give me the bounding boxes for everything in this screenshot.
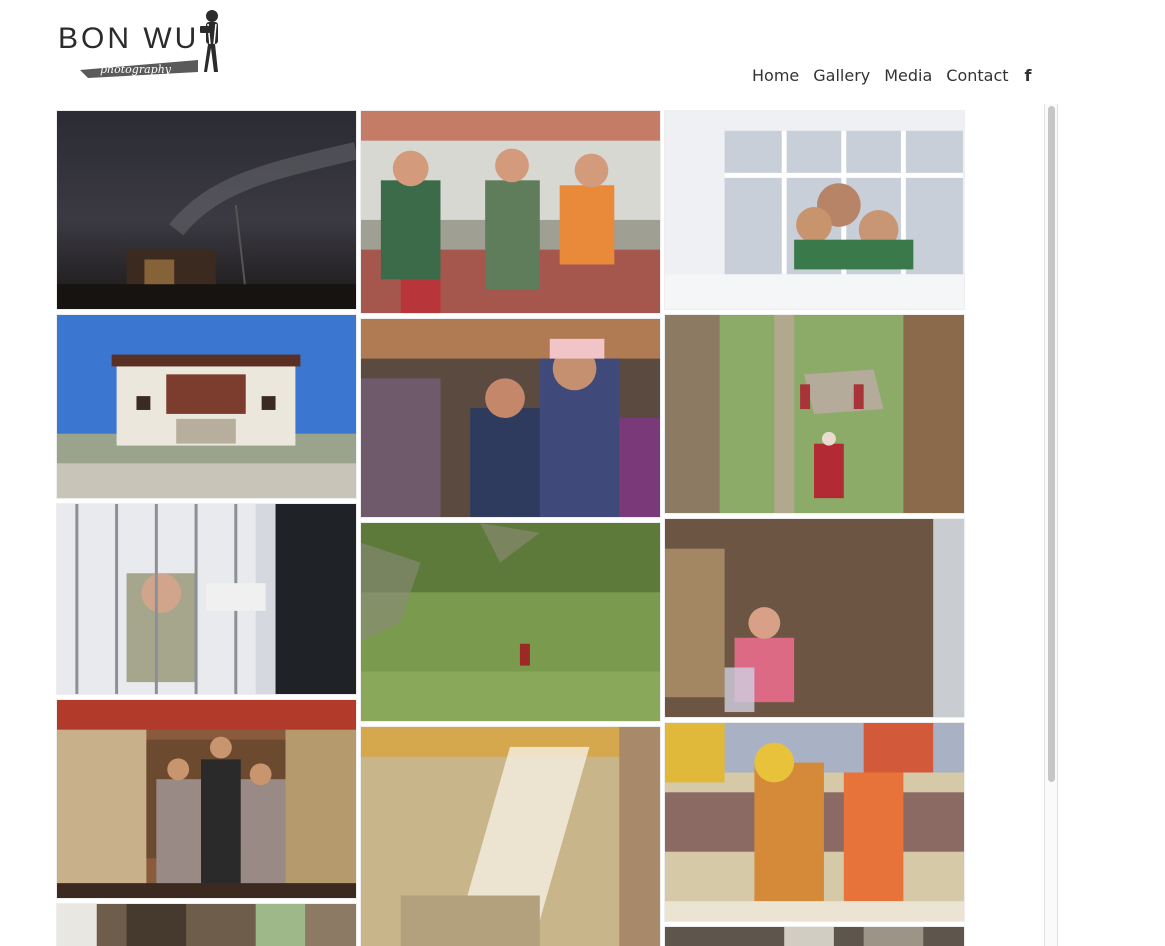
family-in-window-photo <box>665 111 964 309</box>
gallery-photo[interactable] <box>664 314 965 514</box>
brand-name: BON WU <box>58 22 199 55</box>
gallery-photo[interactable] <box>360 318 661 518</box>
nav-media[interactable]: Media <box>884 64 932 88</box>
monastery-photo <box>57 315 356 498</box>
children-in-tent-photo <box>361 111 660 313</box>
photographer-figure <box>200 10 218 72</box>
gallery-photo[interactable] <box>56 699 357 899</box>
nav-contact[interactable]: Contact <box>946 64 1008 88</box>
brand-tagline: photography <box>100 63 172 76</box>
scrollbar-thumb[interactable] <box>1048 106 1055 782</box>
logo-graphic: BON WU photography <box>58 10 218 78</box>
green-hillside-photo <box>361 523 660 721</box>
facebook-icon[interactable]: f <box>1025 64 1032 88</box>
gallery-photo[interactable] <box>664 926 965 946</box>
light-beam-temple-photo <box>361 727 660 946</box>
gallery-photo[interactable] <box>360 522 661 722</box>
woman-and-girl-photo <box>361 319 660 517</box>
masked-dancers-photo <box>665 723 964 921</box>
gallery-photo[interactable] <box>56 314 357 499</box>
main-nav: Home Gallery Media Contact f <box>752 64 1046 88</box>
monks-hillside-window-photo <box>665 315 964 513</box>
gallery-photo[interactable] <box>56 903 357 946</box>
nav-gallery[interactable]: Gallery <box>813 64 870 88</box>
gallery-photo[interactable] <box>56 110 357 310</box>
old-house-photo <box>57 904 356 946</box>
gallery-photo[interactable] <box>360 726 661 946</box>
child-in-pit-photo <box>665 519 964 717</box>
gallery-photo[interactable] <box>56 503 357 695</box>
site-logo[interactable]: BON WU photography <box>58 8 228 80</box>
gallery-photo[interactable] <box>664 110 965 310</box>
nav-home[interactable]: Home <box>752 64 799 88</box>
gallery-photo[interactable] <box>360 110 661 314</box>
street-scene-photo <box>665 927 964 946</box>
girl-behind-bars-photo <box>57 504 356 694</box>
photo-gallery <box>56 110 965 946</box>
gallery-photo[interactable] <box>664 518 965 718</box>
gallery-photo[interactable] <box>664 722 965 922</box>
temple-children-photo <box>57 700 356 898</box>
night-sky-photo <box>57 111 356 309</box>
scrollbar[interactable] <box>1044 104 1058 946</box>
